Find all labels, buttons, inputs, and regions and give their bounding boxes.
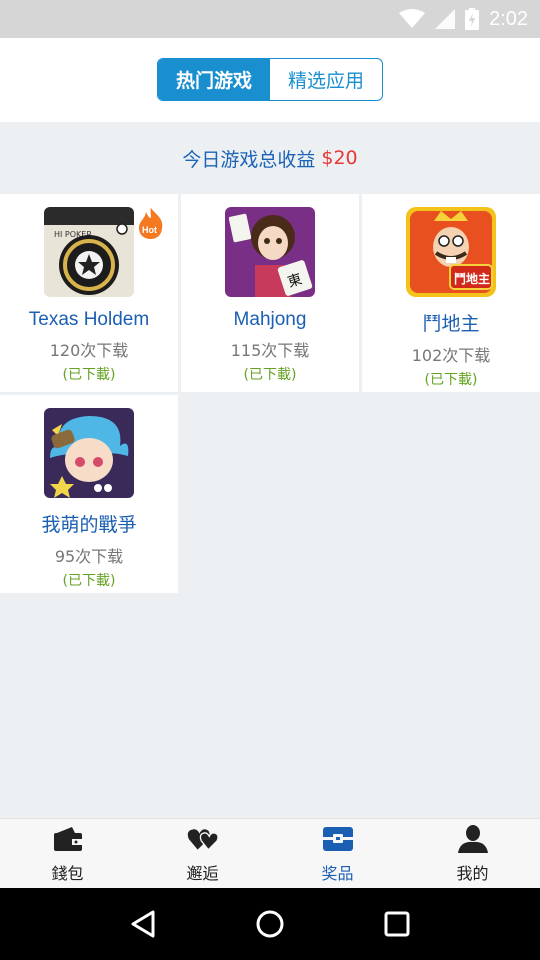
app-downloads: 102次下载 [411,346,491,365]
app-status: (已下載) [424,372,478,388]
status-time: 2:02 [489,7,528,30]
mahjong-girl-icon: 東 [225,207,315,297]
nav-label: 我的 [456,863,489,883]
person-icon [457,824,489,854]
hearts-icon [187,824,219,854]
app-status: (已下載) [62,367,116,383]
nav-label: 錢包 [51,863,84,883]
app-card-landlord[interactable]: 鬥地主 鬥地主 102次下载 (已下載) [362,194,540,392]
bottom-nav: 錢包 邂逅 奖品 我的 [0,818,540,888]
app-name: Texas Holdem [28,309,150,330]
earnings-label: 今日游戏总收益 [182,148,316,171]
earnings-amount: $20 [321,147,358,169]
recents-icon[interactable] [377,904,417,944]
wallet-icon [52,824,84,854]
app-card-cute-war[interactable]: 我萌的戰爭 95次下载 (已下載) [0,395,178,593]
nav-label: 奖品 [321,863,354,883]
status-icons: 2:02 [399,0,528,38]
app-status: (已下載) [243,367,297,383]
app-name: 鬥地主 [422,314,480,335]
nav-wallet[interactable]: 錢包 [0,819,135,888]
prize-box-icon [322,824,354,854]
app-card-mahjong[interactable]: 東 Mahjong 115次下载 (已下載) [181,194,359,392]
landlord-logo-text: 鬥地主 [454,271,490,286]
app-name: Mahjong [233,309,307,330]
nav-encounter[interactable]: 邂逅 [135,819,270,888]
hot-badge: Hot [139,208,163,239]
app-downloads: 120次下载 [49,341,129,360]
system-nav-bar [0,888,540,960]
app-downloads: 115次下载 [230,341,310,360]
back-icon[interactable] [123,904,163,944]
nav-label: 邂逅 [186,863,219,883]
app-card-texas-holdem[interactable]: HI POKER Hot Texas Holdem 120次下载 (已下載) [0,194,178,392]
poker-chip-icon: HI POKER [44,207,134,297]
app-downloads: 95次下载 [54,547,124,566]
tab-featured-apps[interactable]: 精选应用 [270,59,382,100]
svg-text:Hot: Hot [142,225,157,235]
status-bar: 2:02 [0,0,540,38]
app-name: 我萌的戰爭 [41,515,137,536]
landlord-king-icon: 鬥地主 [406,207,496,297]
signal-icon [435,9,456,29]
app-grid: HI POKER Hot Texas Holdem 120次下载 (已下載) 東… [0,194,540,593]
battery-charging-icon [465,8,480,30]
nav-me[interactable]: 我的 [405,819,540,888]
wifi-icon [399,9,426,28]
app-status: (已下載) [62,573,116,589]
cute-warrior-icon [44,408,134,498]
tab-hot-games[interactable]: 热门游戏 [158,59,270,100]
header: 热门游戏 精选应用 [0,38,540,122]
nav-prizes[interactable]: 奖品 [270,819,405,888]
home-icon[interactable] [250,904,290,944]
segmented-tabs: 热门游戏 精选应用 [157,58,383,101]
earnings-line: 今日游戏总收益 $20 [0,122,540,194]
